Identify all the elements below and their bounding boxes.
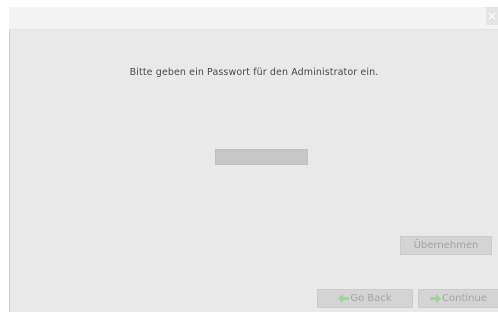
continue-button[interactable]: Continue <box>418 289 498 308</box>
arrow-right-icon <box>430 293 442 303</box>
password-prompt: Bitte geben ein Passwort für den Adminis… <box>129 67 379 78</box>
apply-button[interactable]: Übernehmen <box>400 236 492 255</box>
close-icon[interactable]: × <box>486 7 498 25</box>
password-field[interactable] <box>215 149 308 165</box>
continue-label: Continue <box>442 293 487 304</box>
go-back-label: Go Back <box>350 293 392 304</box>
go-back-button[interactable]: Go Back <box>317 289 413 308</box>
main-panel: Bitte geben ein Passwort für den Adminis… <box>9 30 498 312</box>
window-titlebar <box>9 7 498 30</box>
arrow-left-icon <box>338 293 350 303</box>
